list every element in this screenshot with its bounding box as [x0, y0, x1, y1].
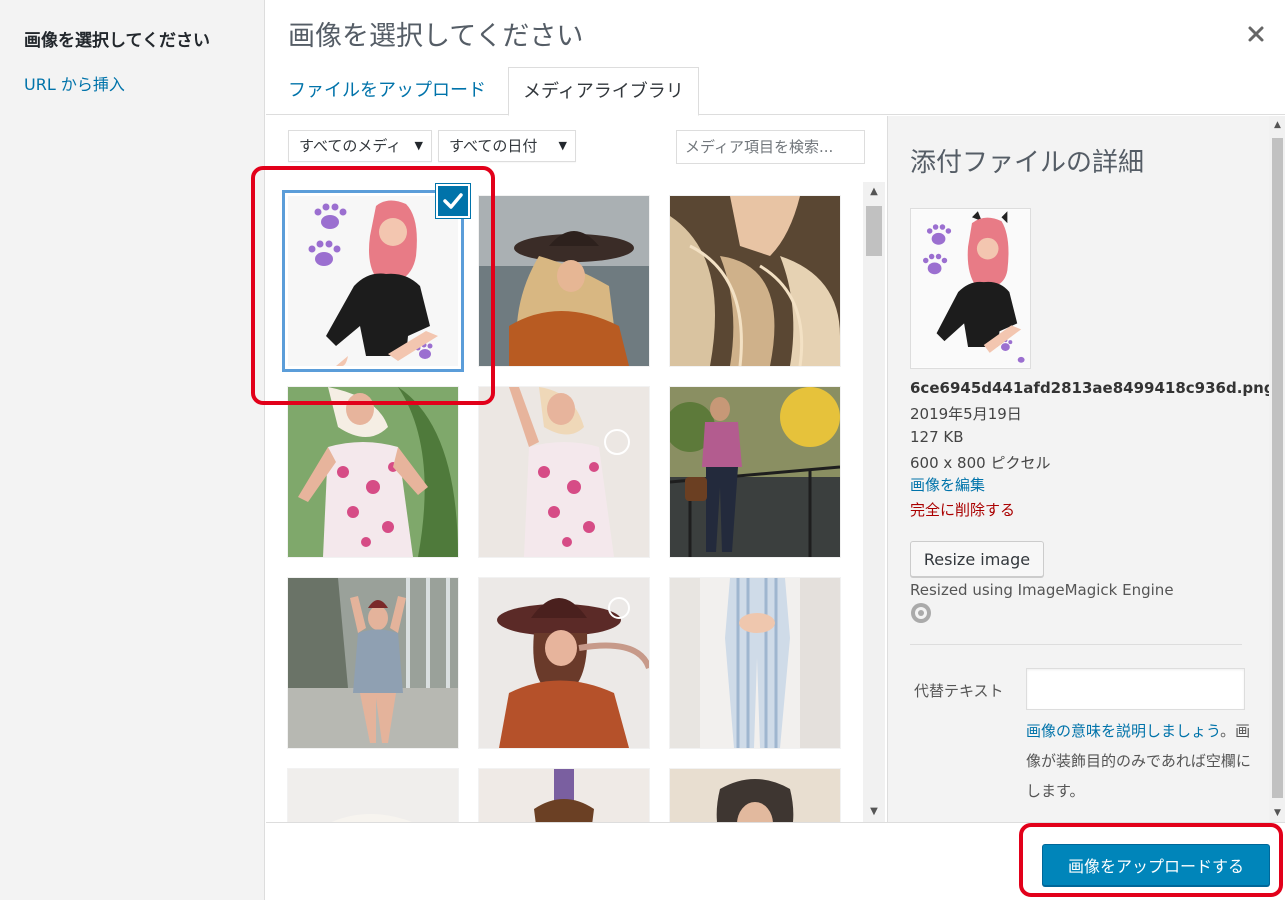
- attachment-thumbnail[interactable]: [479, 578, 649, 748]
- alt-text-description: 画像の意味を説明しましょう。画像が装飾目的のみであれば空欄にします。: [1026, 716, 1251, 806]
- media-type-filter[interactable]: すべてのメディ ▼: [288, 130, 432, 162]
- tab-upload-files[interactable]: ファイルをアップロード: [274, 67, 500, 116]
- attachments-grid: [266, 182, 863, 822]
- sidebar-scrollbar[interactable]: ▲ ▼: [1269, 116, 1285, 822]
- media-search-input[interactable]: [676, 130, 865, 164]
- menu-item-select-image[interactable]: 画像を選択してください: [24, 26, 210, 51]
- attachment-thumbnail[interactable]: [479, 196, 649, 366]
- grid-scrollbar[interactable]: ▲ ▼: [863, 182, 885, 822]
- attachment-thumbnail[interactable]: [288, 387, 458, 557]
- attachment-thumbnail[interactable]: [479, 769, 649, 822]
- media-modal: 画像を選択してください URL から挿入 画像を選択してください ファイルをアッ…: [0, 0, 1285, 900]
- attachment-details-sidebar: 添付ファイルの詳細 6ce6945d441afd2813ae8499418c93…: [887, 116, 1285, 822]
- attachment-detail-thumbnail: [910, 208, 1031, 369]
- attachments-toolbar: すべてのメディ ▼ すべての日付 ▼: [266, 116, 887, 182]
- attachment-thumbnail[interactable]: [670, 387, 840, 557]
- media-frame-menu: 画像を選択してください URL から挿入: [0, 0, 265, 900]
- attachment-thumbnail[interactable]: [670, 196, 840, 366]
- media-frame-toolbar: 画像をアップロードする: [266, 822, 1285, 900]
- attachment-upload-date: 2019年5月19日: [910, 405, 1022, 423]
- menu-item-insert-from-url[interactable]: URL から挿入: [24, 71, 125, 95]
- scroll-up-arrow-icon[interactable]: ▲: [863, 182, 885, 202]
- upload-image-button[interactable]: 画像をアップロードする: [1042, 844, 1270, 886]
- attachment-dimensions: 600 x 800 ピクセル: [910, 454, 1051, 472]
- details-divider: [910, 644, 1242, 645]
- attachment-thumbnail[interactable]: [670, 769, 840, 822]
- date-filter[interactable]: すべての日付 ▼: [438, 130, 576, 162]
- delete-permanently-link[interactable]: 完全に削除する: [910, 499, 1015, 520]
- sidebar-scrollbar-thumb[interactable]: [1272, 138, 1283, 798]
- attachment-thumbnail[interactable]: [288, 196, 458, 366]
- alt-text-input[interactable]: [1026, 668, 1245, 710]
- spinner-icon: [911, 603, 931, 623]
- resize-image-button[interactable]: Resize image: [910, 541, 1044, 577]
- grid-scrollbar-thumb[interactable]: [866, 206, 882, 256]
- attachment-file-size: 127 KB: [910, 428, 964, 446]
- dropdown-caret-icon: ▼: [414, 139, 423, 152]
- checkmark-icon: [443, 193, 463, 209]
- alt-text-label: 代替テキスト: [914, 682, 1004, 700]
- router-tabs: ファイルをアップロード メディアライブラリ: [266, 0, 1285, 116]
- attachment-thumbnail[interactable]: [479, 387, 649, 557]
- attachment-thumbnail[interactable]: [288, 769, 458, 822]
- attachment-thumbnail[interactable]: [288, 578, 458, 748]
- scroll-down-arrow-icon[interactable]: ▼: [1269, 808, 1285, 818]
- date-filter-value: すべての日付: [449, 137, 538, 155]
- scroll-down-arrow-icon[interactable]: ▼: [863, 802, 885, 822]
- selected-check-button[interactable]: [436, 184, 470, 218]
- resize-engine-note: Resized using ImageMagick Engine: [910, 581, 1174, 599]
- alt-text-help-link[interactable]: 画像の意味を説明しましょう: [1026, 722, 1220, 740]
- scroll-up-arrow-icon[interactable]: ▲: [1269, 120, 1285, 130]
- media-type-filter-value: すべてのメディ: [299, 137, 402, 155]
- attachment-details-title: 添付ファイルの詳細: [910, 148, 1145, 178]
- edit-image-link[interactable]: 画像を編集: [910, 474, 985, 495]
- dropdown-caret-icon: ▼: [558, 139, 567, 152]
- attachment-filename: 6ce6945d441afd2813ae8499418c936d.png: [910, 379, 1275, 397]
- attachment-thumbnail[interactable]: [670, 578, 840, 748]
- tab-media-library[interactable]: メディアライブラリ: [508, 67, 699, 116]
